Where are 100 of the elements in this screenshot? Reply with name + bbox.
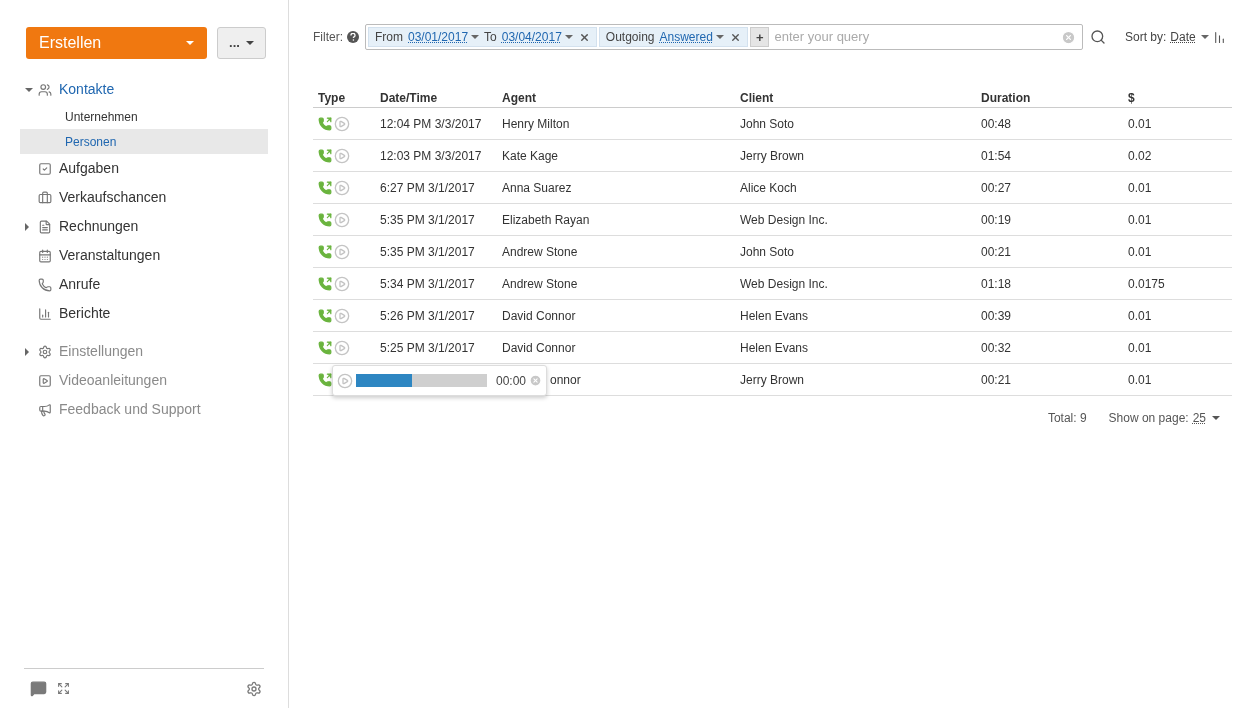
play-icon <box>38 373 52 388</box>
sidebar-item[interactable]: Videoanleitungen <box>59 370 167 391</box>
remove-icon[interactable] <box>578 31 590 43</box>
table-cell-text: 00:48 <box>981 115 1013 133</box>
sidebar-item[interactable]: Verkaufschancen <box>59 187 167 208</box>
outgoing-call-icon <box>318 148 332 163</box>
help-icon[interactable] <box>347 31 359 43</box>
table-cell-text: 0.01 <box>1128 211 1153 229</box>
table-cell-text: 5:25 PM 3/1/2017 <box>380 339 476 357</box>
sort-direction-icon[interactable] <box>1212 30 1226 44</box>
document-icon <box>38 219 52 234</box>
page-size-link[interactable]: 25 <box>1192 409 1206 427</box>
phone-icon <box>38 277 52 292</box>
table-cell-text: 00:32 <box>981 339 1013 357</box>
table-cell: Kate Kage <box>502 148 559 163</box>
search-icon[interactable] <box>1090 29 1106 45</box>
table-cell-text: 0.01 <box>1128 339 1153 357</box>
column-header[interactable]: Client <box>740 88 981 107</box>
play-icon[interactable] <box>334 243 350 260</box>
play-icon[interactable] <box>334 307 350 324</box>
table-cell: Elizabeth Rayan <box>502 212 590 227</box>
table-cell-text: Web Design Inc. <box>740 211 829 229</box>
table-cell-text: Jerry Brown <box>740 371 805 389</box>
expand-icon[interactable] <box>57 682 70 695</box>
play-icon[interactable] <box>334 275 350 292</box>
table-cell-text: Helen Evans <box>740 307 810 325</box>
remove-icon[interactable] <box>729 31 741 43</box>
settings-icon[interactable] <box>246 680 262 697</box>
total-count: Total: 9 <box>1047 410 1087 427</box>
table-cell-text: 0.01 <box>1128 115 1153 133</box>
progress-track[interactable] <box>356 374 487 387</box>
chat-icon[interactable] <box>30 680 47 697</box>
table-cell-text: John Soto <box>740 115 796 133</box>
table-cell: Anna Suarez <box>502 180 572 195</box>
settings-icon <box>38 344 52 359</box>
sidebar-item[interactable]: Feedback und Support <box>59 399 201 420</box>
table-cell-text: 00:39 <box>981 307 1013 325</box>
audio-player[interactable]: 00:00 <box>332 365 547 396</box>
caret-icon <box>715 35 724 39</box>
filter-chip[interactable]: Outgoing Answered <box>598 27 748 47</box>
caret-icon <box>471 35 480 39</box>
play-icon[interactable] <box>334 339 350 356</box>
play-icon[interactable] <box>334 179 350 196</box>
outgoing-call-icon <box>318 180 332 195</box>
table-cell-text: 00:19 <box>981 211 1013 229</box>
clear-icon[interactable] <box>1061 29 1076 45</box>
filter-chip-label: Outgoing <box>605 29 655 46</box>
sidebar-item[interactable]: Anrufe <box>59 274 101 295</box>
filter-label: Filter: <box>313 29 343 46</box>
sort-value-link[interactable]: Date <box>1170 28 1196 46</box>
table-cell-text: 0.01 <box>1128 243 1153 261</box>
table-cell-text: 0.0175 <box>1128 275 1166 293</box>
column-header[interactable]: Date/Time <box>380 88 502 107</box>
column-header[interactable]: Type <box>318 88 380 107</box>
filter-value-link[interactable]: 03/04/2017 <box>501 28 562 46</box>
filter-chip[interactable]: From 03/01/2017 To 03/04/2017 <box>368 27 597 47</box>
sidebar-item[interactable]: Berichte <box>59 303 111 324</box>
table-cell: David Connor <box>502 308 576 323</box>
filter-value-link[interactable]: Answered <box>659 28 713 46</box>
table-cell-text: Helen Evans <box>740 339 810 357</box>
table-cell-text: 12:03 PM 3/3/2017 <box>380 147 483 165</box>
outgoing-call-icon <box>318 276 332 291</box>
outgoing-call-icon <box>318 308 332 323</box>
outgoing-call-icon <box>318 212 332 227</box>
filter-value-link[interactable]: 03/01/2017 <box>408 28 469 46</box>
table-cell-text: 5:26 PM 3/1/2017 <box>380 307 476 325</box>
table-cell-text: 01:54 <box>981 147 1013 165</box>
page-size-label: Show on page: <box>1108 410 1189 427</box>
filter-field[interactable]: From 03/01/2017 To 03/04/2017 Outgoing Answered + enter your query <box>365 24 1083 50</box>
caret-icon <box>245 41 254 45</box>
table-cell-text: 0.01 <box>1128 371 1153 389</box>
table-cell-text: 01:18 <box>981 275 1013 293</box>
outgoing-call-icon <box>318 372 332 387</box>
query-input[interactable]: enter your query <box>771 27 1059 47</box>
column-header[interactable]: Duration <box>981 88 1128 107</box>
sidebar-item[interactable]: Veranstaltungen <box>59 245 161 266</box>
column-header[interactable]: Agent <box>502 88 740 107</box>
column-header[interactable]: $ <box>1128 88 1232 107</box>
table-cell: David Connor <box>502 340 576 355</box>
outgoing-call-icon <box>318 340 332 355</box>
play-icon[interactable] <box>334 115 350 132</box>
play-icon[interactable] <box>334 211 350 228</box>
table-cell-text: Web Design Inc. <box>740 275 829 293</box>
caret-icon <box>186 41 194 45</box>
caret-icon <box>1200 35 1209 39</box>
add-filter-button[interactable]: + <box>749 27 770 47</box>
table-cell: Andrew Stone <box>502 276 578 291</box>
table-cell-text: Jerry Brown <box>740 147 805 165</box>
sidebar-item[interactable]: Rechnungen <box>59 216 139 237</box>
filter-chip-label: From <box>375 29 403 46</box>
table-cell-text: 12:04 PM 3/3/2017 <box>380 115 483 133</box>
play-icon[interactable] <box>334 147 350 164</box>
sidebar-subitem[interactable]: Unternehmen <box>20 104 268 129</box>
expand-caret-icon <box>25 347 29 356</box>
sidebar-item[interactable]: Kontakte <box>59 79 115 100</box>
close-icon[interactable] <box>529 374 542 387</box>
play-icon[interactable] <box>337 372 353 389</box>
sidebar-item[interactable]: Aufgaben <box>59 158 119 179</box>
more-button[interactable]: ... <box>217 27 266 59</box>
sidebar-subitem[interactable]: Personen <box>20 129 268 154</box>
